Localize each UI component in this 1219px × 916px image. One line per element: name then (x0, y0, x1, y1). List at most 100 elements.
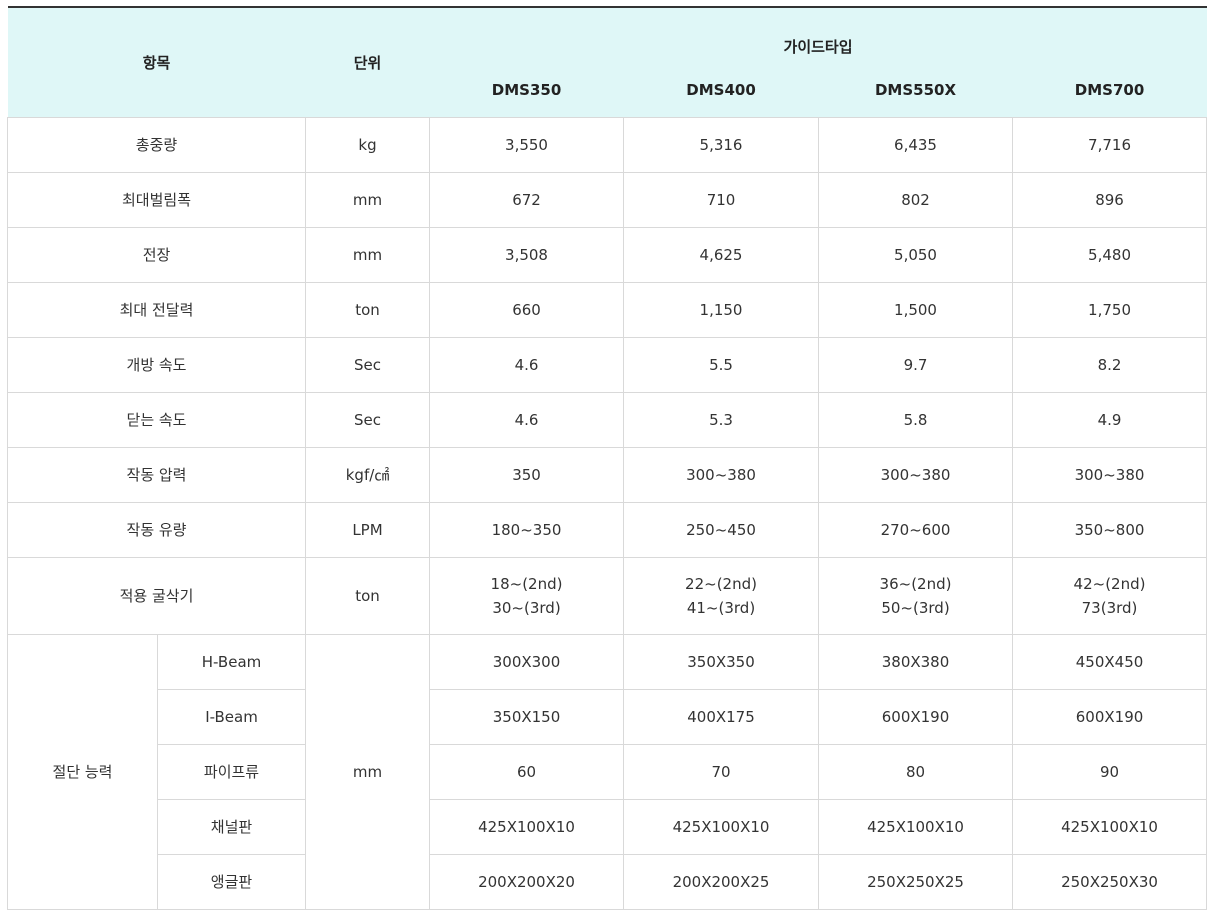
spec-row-total-weight: 총중량 kg 3,550 5,316 6,435 7,716 (6, 116, 1208, 173)
value-line: 18~(2nd) (490, 574, 563, 593)
cell-value: 3,550 (429, 116, 625, 173)
row-label: 전장 (6, 226, 307, 283)
cell-value: 300~380 (1012, 446, 1208, 503)
cell-value: 80 (818, 743, 1014, 800)
cell-value: 5,480 (1012, 226, 1208, 283)
cell-value: 5.3 (623, 391, 820, 448)
row-label: 닫는 속도 (6, 391, 307, 448)
cell-value: 300~380 (818, 446, 1014, 503)
cell-value: 350 (429, 446, 625, 503)
row-label: 작동 압력 (6, 446, 307, 503)
cell-value: 180~350 (429, 501, 625, 558)
cell-value: 4.6 (429, 336, 625, 393)
cell-value: 8.2 (1012, 336, 1208, 393)
cell-value: 1,750 (1012, 281, 1208, 338)
cell-value: 70 (623, 743, 820, 800)
row-sublabel: H-Beam (156, 633, 307, 690)
cell-value: 36~(2nd) 50~(3rd) (818, 556, 1014, 635)
spec-row-cut-pipe: 파이프류 60 70 80 90 (8, 743, 1208, 800)
spec-row-cut-hbeam: 절단 능력 H-Beam mm 300X300 350X350 380X380 … (7, 633, 1208, 910)
spec-row-open-speed: 개방 속도 Sec 4.6 5.5 9.7 8.2 (6, 336, 1208, 393)
row-sublabel: 파이프류 (156, 743, 307, 800)
row-sublabel: 채널판 (156, 798, 307, 855)
model-header: DMS400 (623, 65, 819, 117)
row-label: 적용 굴삭기 (6, 556, 307, 635)
row-label: 개방 속도 (6, 336, 307, 393)
cell-value: 5,316 (623, 116, 820, 173)
cutting-label: 절단 능력 (7, 633, 158, 910)
cell-value: 300X300 (429, 633, 625, 690)
cell-value: 350X150 (429, 688, 625, 745)
spec-row-pressure: 작동 압력 kgf/㎠ 350 300~380 300~380 300~380 (6, 446, 1208, 503)
cell-value: 250~450 (623, 501, 820, 558)
row-unit: mm (305, 171, 431, 228)
cell-value: 400X175 (623, 688, 820, 745)
row-unit: ton (305, 281, 431, 338)
row-sublabel: I-Beam (156, 688, 307, 745)
value-line: 30~(3rd) (492, 598, 561, 617)
cell-value: 600X190 (1012, 688, 1208, 745)
cutting-unit: mm (305, 633, 431, 910)
cell-value: 1,150 (623, 281, 820, 338)
model-header: DMS350 (429, 65, 624, 117)
row-unit: Sec (305, 336, 431, 393)
cell-value: 60 (429, 743, 625, 800)
cell-value: 5.8 (818, 391, 1014, 448)
spec-row-length: 전장 mm 3,508 4,625 5,050 5,480 (6, 226, 1208, 283)
cell-value: 5.5 (623, 336, 820, 393)
cell-value: 896 (1012, 171, 1208, 228)
cell-value: 300~380 (623, 446, 820, 503)
cell-value: 710 (623, 171, 820, 228)
model-header: DMS700 (1012, 65, 1207, 117)
cell-value: 660 (429, 281, 625, 338)
cell-value: 200X200X25 (623, 853, 820, 910)
cell-value: 600X190 (818, 688, 1014, 745)
spec-row-max-force: 최대 전달력 ton 660 1,150 1,500 1,750 (6, 281, 1208, 338)
cell-value: 7,716 (1012, 116, 1208, 173)
cell-value: 802 (818, 171, 1014, 228)
row-unit: mm (305, 226, 431, 283)
cell-value: 672 (429, 171, 625, 228)
header-row-1: 항목 단위 가이드타입 (7, 6, 1207, 117)
row-unit: ton (305, 556, 431, 635)
cell-value: 380X380 (818, 633, 1014, 690)
spec-row-flow: 작동 유량 LPM 180~350 250~450 270~600 350~80… (6, 501, 1208, 558)
cell-value: 450X450 (1012, 633, 1208, 690)
cell-value: 18~(2nd) 30~(3rd) (429, 556, 625, 635)
spec-row-cut-angle: 앵글판 200X200X20 200X200X25 250X250X25 250… (8, 853, 1208, 910)
cell-value: 4.9 (1012, 391, 1208, 448)
cell-value: 425X100X10 (623, 798, 820, 855)
row-unit: kg (305, 116, 431, 173)
item-header: 항목 (7, 6, 306, 117)
cell-value: 425X100X10 (1012, 798, 1208, 855)
cell-value: 425X100X10 (818, 798, 1014, 855)
unit-header: 단위 (305, 6, 430, 117)
cell-value: 3,508 (429, 226, 625, 283)
cell-value: 250X250X30 (1012, 853, 1208, 910)
row-label: 최대 전달력 (6, 281, 307, 338)
spec-row-excavator: 적용 굴삭기 ton 18~(2nd) 30~(3rd) 22~(2nd) 41~(… (6, 556, 1208, 635)
value-line: 41~(3rd) (686, 598, 756, 617)
value-line: 42~(2nd) (1073, 574, 1146, 593)
cell-value: 350X350 (623, 633, 820, 690)
row-label: 최대벌림폭 (6, 171, 307, 228)
cell-value: 425X100X10 (429, 798, 625, 855)
row-unit: Sec (305, 391, 431, 448)
cell-value: 350~800 (1012, 501, 1208, 558)
row-label: 작동 유량 (6, 501, 307, 558)
cell-value: 22~(2nd) 41~(3rd) (623, 556, 820, 635)
row-label: 총중량 (6, 116, 307, 173)
cell-value: 6,435 (818, 116, 1014, 173)
cell-value: 270~600 (818, 501, 1014, 558)
value-line: 22~(2nd) (685, 574, 757, 593)
guide-type-header: 가이드타입 (429, 6, 1207, 65)
cell-value: 5,050 (818, 226, 1014, 283)
cell-value: 42~(2nd) 73(3rd) (1012, 556, 1208, 635)
model-header: DMS550X (818, 65, 1013, 117)
row-unit: LPM (305, 501, 431, 558)
spec-row-cut-channel: 채널판 425X100X10 425X100X10 425X100X10 425… (8, 798, 1208, 855)
spec-row-max-opening: 최대벌림폭 mm 672 710 802 896 (6, 171, 1208, 228)
value-line: 36~(2nd) (879, 574, 952, 593)
cell-value: 4,625 (623, 226, 820, 283)
cell-value: 4.6 (429, 391, 625, 448)
